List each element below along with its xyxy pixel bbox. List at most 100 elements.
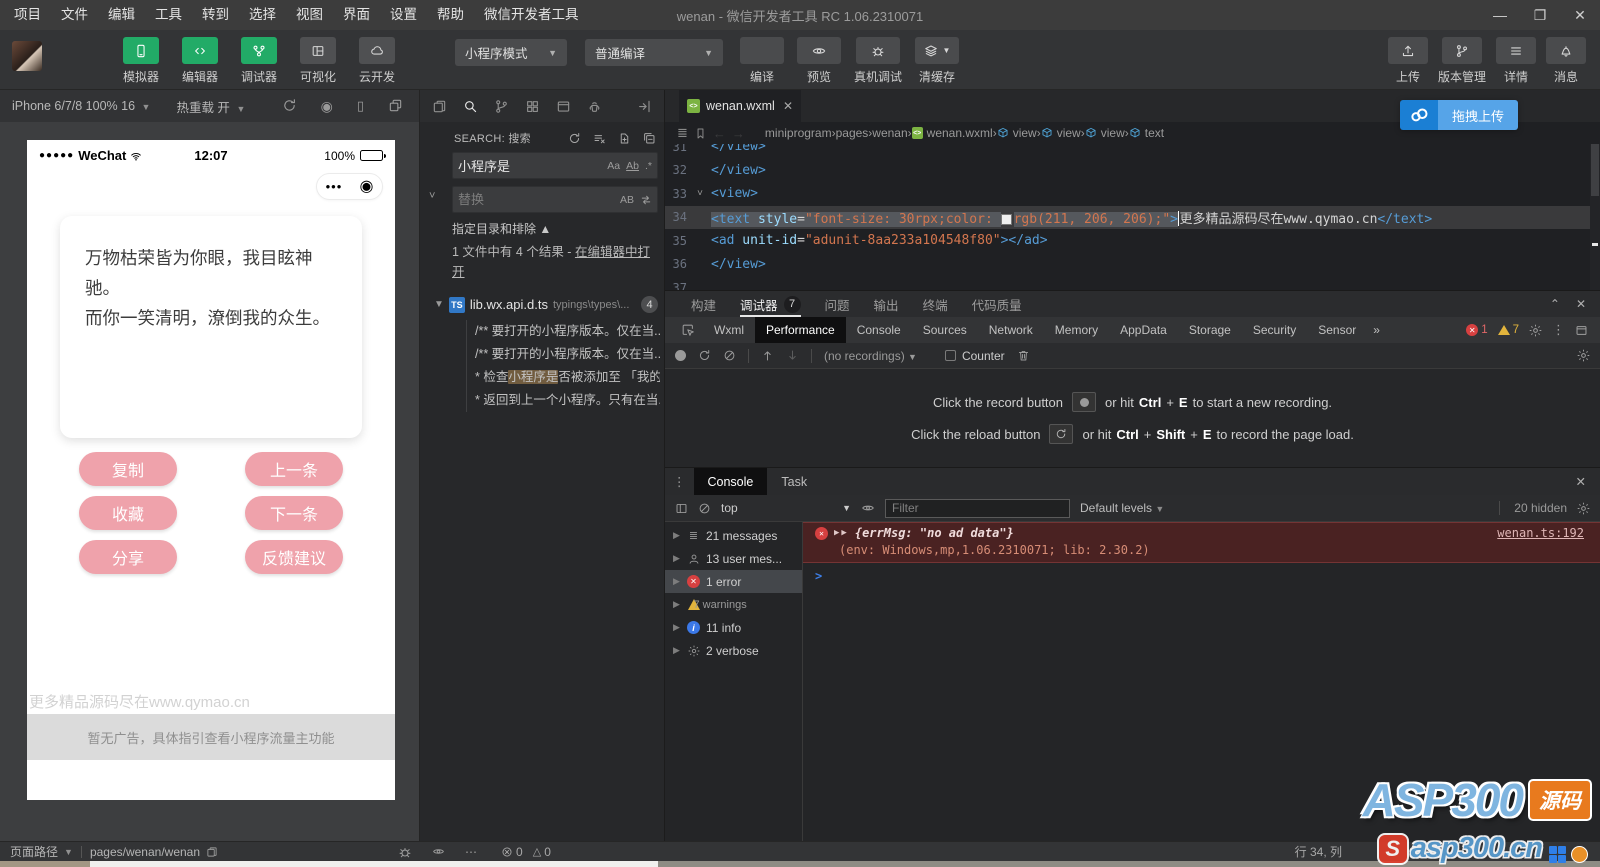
code-line-33[interactable]: 33˅<view> <box>665 182 1600 206</box>
trash-icon[interactable] <box>1017 349 1030 362</box>
rotate-icon[interactable] <box>282 98 297 113</box>
cursor-position[interactable]: 行 34, 列 <box>1295 843 1342 860</box>
user-avatar[interactable] <box>12 41 42 71</box>
devtools-settings-icon[interactable] <box>1529 324 1542 337</box>
console-filter-user[interactable]: ▶13 user mes... <box>665 547 802 570</box>
load-profile-icon[interactable] <box>761 349 774 362</box>
toolbar-action-refresh[interactable]: 编译 <box>740 37 784 85</box>
replace-all-icon[interactable] <box>640 194 652 206</box>
panel-tab-问题[interactable]: 问题 <box>825 291 850 317</box>
error-source-link[interactable]: wenan.ts:192 <box>1497 526 1584 540</box>
close-panel-icon[interactable]: ✕ <box>1576 297 1586 311</box>
toggle-replace-chevron[interactable]: ˅ <box>429 190 435 202</box>
editor-tab-wenan-wxml[interactable]: <> wenan.wxml ✕ <box>679 90 801 122</box>
console-filter-warning[interactable]: ▶7 warnings <box>665 593 802 616</box>
code-line-36[interactable]: 36</view> <box>665 253 1600 277</box>
toolbar-action-bug[interactable]: 真机调试 <box>854 37 902 85</box>
replace-input[interactable] <box>458 192 614 207</box>
match-case-icon[interactable]: Aa <box>607 160 620 172</box>
panel-tab-输出[interactable]: 输出 <box>874 291 899 317</box>
context-select[interactable]: top▼ <box>721 501 851 515</box>
close-console-icon[interactable]: ✕ <box>1576 474 1600 489</box>
breadcrumb-item[interactable]: wenan <box>872 126 907 140</box>
miniprogram-button[interactable]: 分享 <box>79 540 177 574</box>
status-error-count[interactable]: 0 <box>501 845 523 859</box>
breadcrumb-item[interactable]: miniprogram <box>765 126 832 140</box>
editor-scrollbar[interactable] <box>1590 144 1600 290</box>
menu-item[interactable]: 微信开发者工具 <box>474 0 589 30</box>
menu-item[interactable]: 转到 <box>192 0 239 30</box>
maximize-button[interactable]: ❐ <box>1520 0 1560 30</box>
devtools-kebab-icon[interactable]: ⋮ <box>1552 322 1565 338</box>
reload-record-button[interactable] <box>698 349 711 362</box>
collapse-sidebar-icon[interactable] <box>637 99 652 114</box>
panel-tab-终端[interactable]: 终端 <box>923 291 948 317</box>
open-search-editor-icon[interactable] <box>618 132 631 145</box>
clear-button[interactable] <box>723 349 736 362</box>
console-prompt[interactable]: > <box>803 563 1600 583</box>
perf-settings-icon[interactable] <box>1577 349 1590 362</box>
files-icon[interactable] <box>432 99 447 114</box>
minimize-button[interactable]: — <box>1480 0 1520 30</box>
clear-results-icon[interactable] <box>593 132 606 145</box>
console-filter-error[interactable]: ▶✕1 error <box>665 570 802 593</box>
console-tab-task[interactable]: Task <box>767 468 821 495</box>
more-tabs-icon[interactable]: » <box>1373 323 1380 337</box>
code-line-31[interactable]: 31</view> <box>665 144 1600 159</box>
toolbar-button-cloud[interactable]: 云开发 <box>354 37 400 85</box>
teapot-icon[interactable] <box>587 99 602 114</box>
warning-count-chip[interactable]: 7 <box>1498 324 1519 336</box>
mode-select[interactable]: 小程序模式▼ <box>455 39 567 66</box>
devtools-tab-wxml[interactable]: Wxml <box>703 317 755 343</box>
refresh-results-icon[interactable] <box>568 132 581 145</box>
device-frame-icon[interactable]: ▯ <box>357 98 364 115</box>
search-match-row[interactable]: * 检查小程序是否被添加至 「我的... <box>475 366 660 389</box>
toolbar-action-layers[interactable]: ▼清缓存 <box>915 37 959 85</box>
search-match-row[interactable]: * 返回到上一个小程序。只有在当... <box>475 389 660 412</box>
multi-window-icon[interactable] <box>388 98 403 113</box>
toolbar-action-menu[interactable]: 详情 <box>1496 37 1536 85</box>
devtools-tab-performance[interactable]: Performance <box>755 317 846 343</box>
miniprogram-button[interactable]: 上一条 <box>245 452 343 486</box>
page-path-selector[interactable]: 页面路径▼ <box>10 843 73 860</box>
collapse-panel-icon[interactable]: ⌃ <box>1550 297 1560 311</box>
breadcrumb-item[interactable]: view <box>1085 126 1125 140</box>
copy-path-icon[interactable] <box>206 846 218 858</box>
breadcrumb-item[interactable]: view <box>997 126 1037 140</box>
console-tab-console[interactable]: Console <box>694 468 768 495</box>
collapse-results-icon[interactable] <box>643 132 656 145</box>
menu-item[interactable]: 工具 <box>145 0 192 30</box>
menu-item[interactable]: 设置 <box>380 0 427 30</box>
toolbar-action-branch[interactable]: 版本管理 <box>1438 37 1486 85</box>
preserve-case-icon[interactable]: AB <box>620 194 634 206</box>
miniprogram-button[interactable]: 复制 <box>79 452 177 486</box>
error-count-chip[interactable]: ✕1 <box>1466 324 1487 336</box>
devtools-tab-sensor[interactable]: Sensor <box>1307 317 1367 343</box>
devtools-tab-storage[interactable]: Storage <box>1178 317 1242 343</box>
exit-target-icon[interactable]: ◉ <box>359 179 373 195</box>
git-branch-icon[interactable] <box>494 99 509 114</box>
toolbar-action-upload[interactable]: 上传 <box>1388 37 1428 85</box>
code-editor[interactable]: 31</view>32</view>33˅<view>34<text style… <box>665 144 1600 290</box>
compile-select[interactable]: 普通编译▼ <box>585 39 723 66</box>
devtools-tab-sources[interactable]: Sources <box>912 317 978 343</box>
live-expression-icon[interactable] <box>861 501 875 515</box>
bookmark-icon[interactable] <box>694 127 707 140</box>
console-kebab-icon[interactable]: ⋮ <box>665 474 694 489</box>
menu-item[interactable]: 项目 <box>4 0 51 30</box>
hot-reload-toggle[interactable]: 热重载 开 ▼ <box>176 97 245 116</box>
search-input[interactable] <box>458 158 601 173</box>
more-status-icon[interactable]: ⋯ <box>465 845 477 859</box>
console-settings-icon[interactable] <box>1577 502 1590 515</box>
outline-icon[interactable]: ≣ <box>677 125 688 141</box>
menu-item[interactable]: 文件 <box>51 0 98 30</box>
menu-item[interactable]: 选择 <box>239 0 286 30</box>
extensions-icon[interactable] <box>525 99 540 114</box>
breadcrumb-item[interactable]: pages <box>836 126 869 140</box>
twistie-icon[interactable]: ▼ <box>434 299 444 310</box>
toolbar-button-phone[interactable]: 模拟器 <box>118 37 164 85</box>
toolbar-button-debug[interactable]: 调试器 <box>236 37 282 85</box>
menu-item[interactable]: 界面 <box>333 0 380 30</box>
toolbar-action-eye[interactable]: 预览 <box>797 37 841 85</box>
device-selector[interactable]: iPhone 6/7/8 100% 16 ▼ <box>12 99 150 113</box>
